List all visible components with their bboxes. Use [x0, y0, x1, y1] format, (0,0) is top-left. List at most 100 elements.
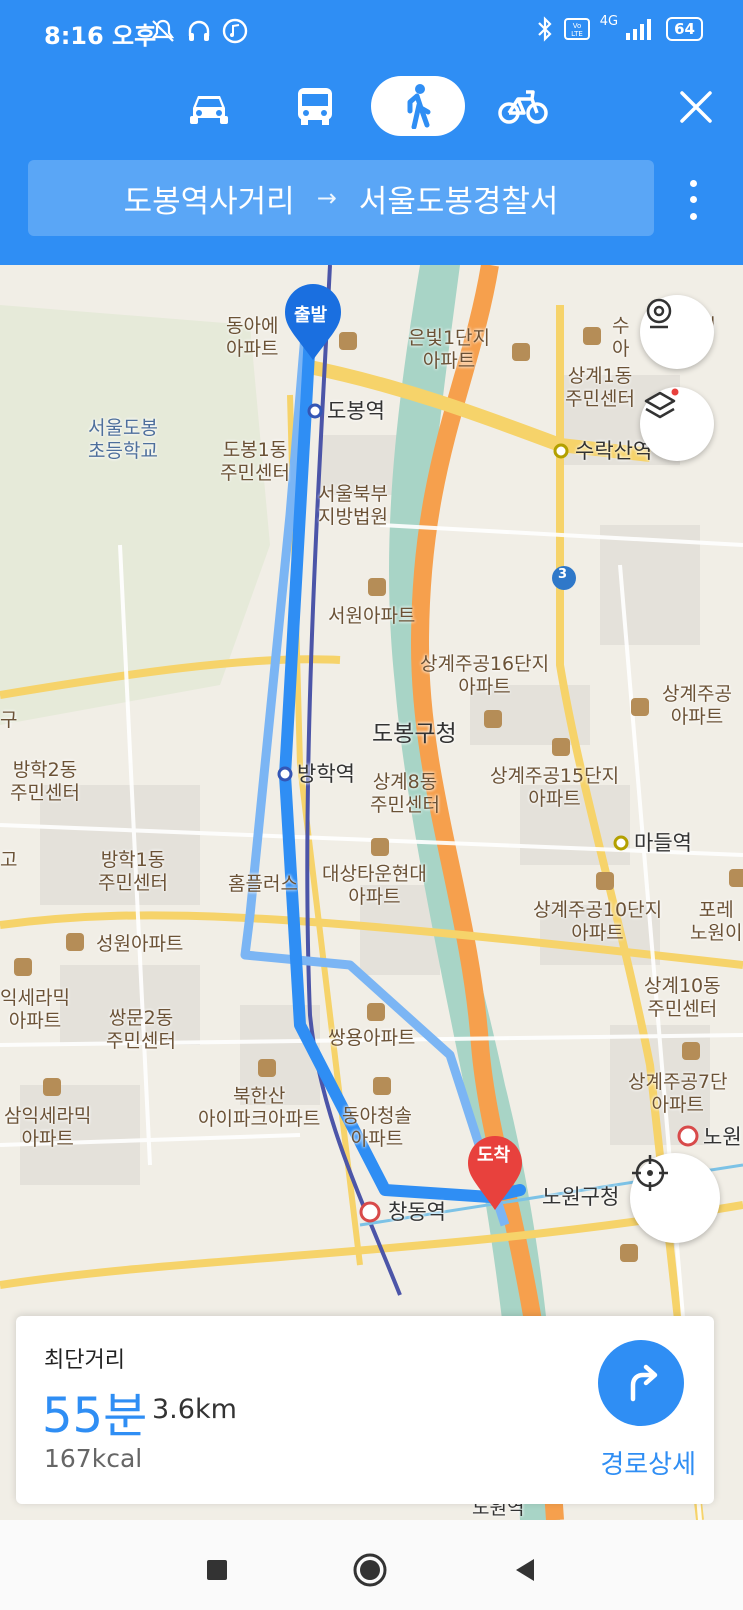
start-marker-label: 출발 — [294, 305, 328, 326]
map-label: 방학역 — [297, 762, 355, 786]
map-label: 서울북부 지방법원 — [318, 483, 388, 528]
svg-text:LTE: LTE — [571, 30, 583, 38]
destination-label: 서울도봉경찰서 — [358, 183, 559, 220]
home-button[interactable] — [350, 1550, 390, 1590]
map-label: 노원구청 — [542, 1185, 620, 1209]
back-triangle-icon — [516, 1559, 534, 1581]
map-label: 홈플러스 — [228, 873, 298, 895]
more-dot — [689, 179, 697, 187]
map-label: 구 — [0, 709, 18, 731]
bike-icon — [498, 90, 548, 124]
street-view-icon — [646, 298, 672, 329]
map-label: 동아에 아파트 — [226, 315, 279, 360]
duration-value: 55분 — [42, 1388, 148, 1444]
status-time: 8:16 오후 — [44, 22, 157, 50]
walk-icon — [407, 84, 431, 129]
battery-indicator: 64 — [666, 17, 703, 41]
back-button[interactable] — [505, 1550, 545, 1590]
map-label: 고 — [0, 849, 18, 871]
app-header: 8:16 오후 Vo LTE 4G 64 도봉역사거리 → 서울도봉경찰서 — [0, 0, 743, 265]
crosshair-icon — [632, 1155, 668, 1191]
status-left-icons — [150, 18, 248, 44]
status-bar: 8:16 오후 Vo LTE 4G 64 — [0, 0, 743, 66]
tab-bike[interactable] — [476, 76, 570, 136]
suraksan-station-dot — [553, 443, 569, 459]
route-summary-bar[interactable]: 도봉역사거리 → 서울도봉경찰서 — [28, 160, 654, 236]
route-summary-card[interactable]: 최단거리 55분 3.6km 167kcal 경로상세 — [16, 1316, 714, 1504]
nowon-station-dot — [677, 1125, 699, 1147]
calories-value: 167kcal — [44, 1444, 143, 1473]
volte-icon: VoLTE — [563, 18, 590, 40]
mute-icon — [151, 19, 175, 42]
map-label: 도봉구청 — [372, 721, 457, 747]
map-label: 상계8동 주민센터 — [370, 771, 440, 816]
map-label: 마들역 — [634, 831, 692, 855]
madeul-station-dot — [613, 835, 629, 851]
distance-value: 3.6km — [152, 1394, 237, 1425]
layers-icon — [644, 388, 679, 419]
my-location-button[interactable] — [630, 1153, 720, 1243]
map-label: 쌍용아파트 — [328, 1027, 416, 1049]
route-detail-button[interactable] — [598, 1340, 684, 1426]
close-button[interactable] — [671, 82, 721, 132]
more-dot — [689, 213, 697, 221]
svg-text:Vo: Vo — [573, 22, 582, 30]
map-label: 방학2동 주민센터 — [10, 759, 80, 804]
map-label: 수락산역 — [575, 439, 653, 463]
car-icon — [190, 96, 228, 124]
map-label: 대상타운현대 아파트 — [322, 863, 427, 908]
map-label: 삼익세라믹 아파트 — [4, 1105, 92, 1150]
status-right-icons: Vo LTE 4G 64 — [536, 13, 703, 42]
home-circle-icon — [353, 1553, 387, 1587]
more-options-button[interactable] — [673, 175, 713, 225]
map-label: 도봉1동 주민센터 — [220, 439, 290, 484]
music-icon — [222, 18, 248, 44]
changdong-station-dot — [359, 1201, 381, 1223]
route-number: 3 — [558, 567, 568, 582]
route-detail-label[interactable]: 경로상세 — [600, 1444, 696, 1481]
map-label: 쌍문2동 주민센터 — [106, 1007, 176, 1052]
transport-mode-tabs — [0, 76, 743, 140]
map-label: 상계주공 아파트 — [662, 683, 732, 728]
map-label: 서원아파트 — [328, 605, 416, 627]
map-label: 상계주공15단지 아파트 — [490, 765, 620, 810]
map-label: 상계주공10단지 아파트 — [533, 899, 663, 944]
tab-car[interactable] — [162, 76, 256, 136]
map-label: 익세라믹 아파트 — [0, 987, 70, 1032]
map-label: 포레 노원이 — [690, 899, 743, 944]
map-label: 상계주공7단 아파트 — [628, 1071, 728, 1116]
network-type: 4G — [599, 13, 619, 29]
more-dot — [689, 196, 697, 204]
turn-right-icon — [630, 1364, 658, 1402]
dobong-station-dot — [307, 403, 323, 419]
map-label: 동아청솔 아파트 — [342, 1105, 412, 1150]
map-label: 방학1동 주민센터 — [98, 849, 168, 894]
origin-label: 도봉역사거리 — [123, 183, 295, 220]
bluetooth-icon — [537, 16, 552, 42]
route-arrow: → — [316, 184, 337, 212]
signal-icon — [626, 19, 652, 40]
tab-bus[interactable] — [268, 76, 362, 136]
banghak-station-dot — [277, 766, 293, 782]
bus-icon — [298, 88, 332, 125]
tab-walk[interactable] — [371, 76, 465, 136]
close-icon — [680, 91, 712, 123]
map-label: 서울도봉 초등학교 — [88, 417, 158, 462]
map-label: 성원아파트 — [96, 933, 184, 955]
map-label: 수아 — [612, 315, 630, 360]
recent-apps-button[interactable] — [197, 1550, 237, 1590]
map-label: 창동역 — [388, 1200, 446, 1224]
map-label: 상계주공16단지 아파트 — [420, 653, 550, 698]
street-view-button[interactable] — [640, 295, 714, 369]
map-label: 도봉역 — [327, 399, 385, 423]
map-label: 북한산 아이파크아파트 — [198, 1085, 321, 1130]
map-label: 노원 — [703, 1125, 742, 1149]
map-label: 상계10동 주민센터 — [644, 975, 721, 1020]
square-icon — [207, 1560, 227, 1580]
map-label: 은빛1단지 아파트 — [408, 327, 491, 372]
end-marker-label: 도착 — [477, 1145, 511, 1166]
system-nav-bar — [0, 1520, 743, 1610]
map-label: 상계1동 주민센터 — [565, 365, 635, 410]
headset-icon — [188, 20, 210, 41]
layers-button[interactable] — [640, 387, 714, 461]
